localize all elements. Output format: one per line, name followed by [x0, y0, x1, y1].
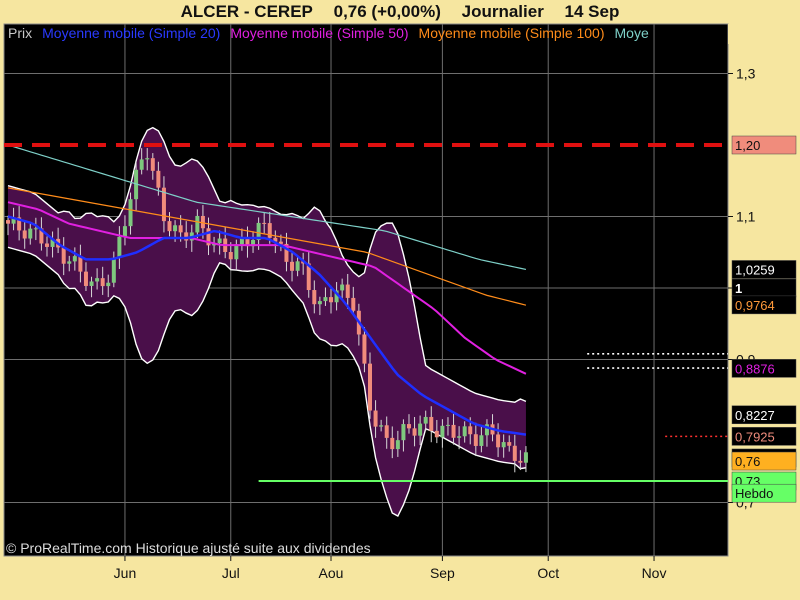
candle-body: [128, 199, 133, 227]
period: Journalier: [461, 2, 544, 21]
y-tick-label: 1,3: [736, 66, 756, 82]
candle-body: [462, 426, 467, 437]
x-tick-label: Oct: [537, 565, 559, 581]
candle-body: [173, 225, 178, 232]
candle-body: [457, 436, 462, 438]
candle-body: [518, 460, 523, 463]
price-label: 1,20: [735, 138, 760, 153]
date: 14 Sep: [564, 2, 620, 21]
candle-body: [390, 437, 395, 450]
price-label: 0,76: [735, 454, 760, 469]
legend-item: Moye: [615, 25, 649, 41]
candle-body: [167, 221, 172, 232]
candle-body: [100, 278, 105, 287]
candle-body: [362, 334, 367, 364]
symbol: ALCER - CEREP: [180, 2, 313, 21]
x-tick-label: Aou: [319, 565, 344, 581]
candle-body: [501, 442, 506, 448]
candle-body: [384, 425, 389, 438]
candle-body: [395, 440, 400, 450]
candle-body: [440, 425, 445, 438]
candle-body: [401, 424, 406, 441]
price-label: 1: [735, 281, 742, 296]
candle-body: [290, 261, 295, 271]
footer-copyright: © ProRealTime.com Historique ajusté suit…: [6, 540, 371, 556]
candle-body: [83, 271, 88, 286]
candle-body: [195, 215, 200, 233]
candle-body: [44, 243, 49, 247]
candle-body: [72, 256, 77, 262]
x-tick-label: Sep: [430, 565, 455, 581]
y-tick-label: 1,1: [736, 209, 756, 225]
stock-chart: 1,31,110,90,7JunJulAouSepOctNovPrixMoyen…: [3, 23, 800, 581]
candle-body: [28, 228, 33, 239]
legend-item: Moyenne mobile (Simple 100): [419, 25, 605, 41]
chart-title: ALCER - CEREP 0,76 (+0,00%) Journalier 1…: [0, 0, 800, 24]
candle-body: [145, 158, 150, 160]
candle-body: [317, 301, 322, 305]
candle-body: [512, 445, 517, 461]
price-label: 0,7925: [735, 429, 775, 444]
candle-body: [33, 228, 38, 230]
candle-body: [6, 220, 10, 224]
candle-body: [111, 257, 116, 283]
candle-body: [351, 297, 356, 311]
price-label: 1,0259: [735, 262, 775, 277]
x-tick-label: Jul: [222, 565, 240, 581]
candle-body: [117, 236, 122, 258]
candle-body: [473, 434, 478, 446]
candle-body: [228, 252, 233, 260]
candle-body: [323, 297, 328, 302]
candle-body: [312, 290, 317, 305]
quote: 0,76 (+0,00%): [333, 2, 441, 21]
candle-body: [345, 284, 350, 298]
candle-body: [340, 284, 345, 291]
candle-body: [423, 416, 428, 424]
price-label: Hebdo: [735, 486, 773, 501]
legend-item: Moyenne mobile (Simple 50): [230, 25, 408, 41]
candle-body: [217, 238, 222, 244]
candle-body: [329, 297, 334, 303]
candle-body: [295, 261, 300, 271]
candle-body: [523, 452, 528, 463]
candle-body: [95, 278, 100, 282]
candle-body: [507, 442, 512, 446]
candle-body: [451, 424, 456, 438]
x-tick-label: Nov: [642, 565, 667, 581]
candle-body: [61, 247, 66, 264]
candle-body: [479, 435, 484, 446]
x-tick-label: Jun: [114, 565, 137, 581]
candle-body: [429, 416, 434, 431]
price-label: 0,8227: [735, 408, 775, 423]
candle-body: [178, 225, 183, 233]
candle-body: [262, 222, 267, 224]
candle-body: [184, 232, 189, 241]
price-label: 0,8876: [735, 361, 775, 376]
legend-item: Moyenne mobile (Simple 20): [42, 25, 220, 41]
candle-body: [106, 282, 111, 287]
candle-body: [406, 424, 411, 429]
candle-body: [445, 424, 450, 426]
candle-body: [22, 230, 27, 239]
candle-body: [67, 261, 72, 264]
candle-body: [496, 434, 501, 448]
candle-body: [379, 425, 384, 427]
candle-body: [122, 226, 127, 237]
candle-body: [434, 430, 439, 438]
legend-clip: [728, 24, 800, 44]
candle-body: [412, 428, 417, 436]
candle-body: [468, 426, 473, 435]
candle-body: [139, 159, 144, 170]
candle-body: [156, 170, 161, 188]
candle-body: [234, 244, 239, 260]
candle-body: [373, 410, 378, 427]
price-label: 0,9764: [735, 298, 775, 313]
candle-body: [89, 281, 94, 286]
candle-body: [150, 158, 155, 171]
candle-body: [368, 363, 372, 411]
legend-item: Prix: [8, 25, 32, 41]
candle-body: [418, 423, 423, 436]
